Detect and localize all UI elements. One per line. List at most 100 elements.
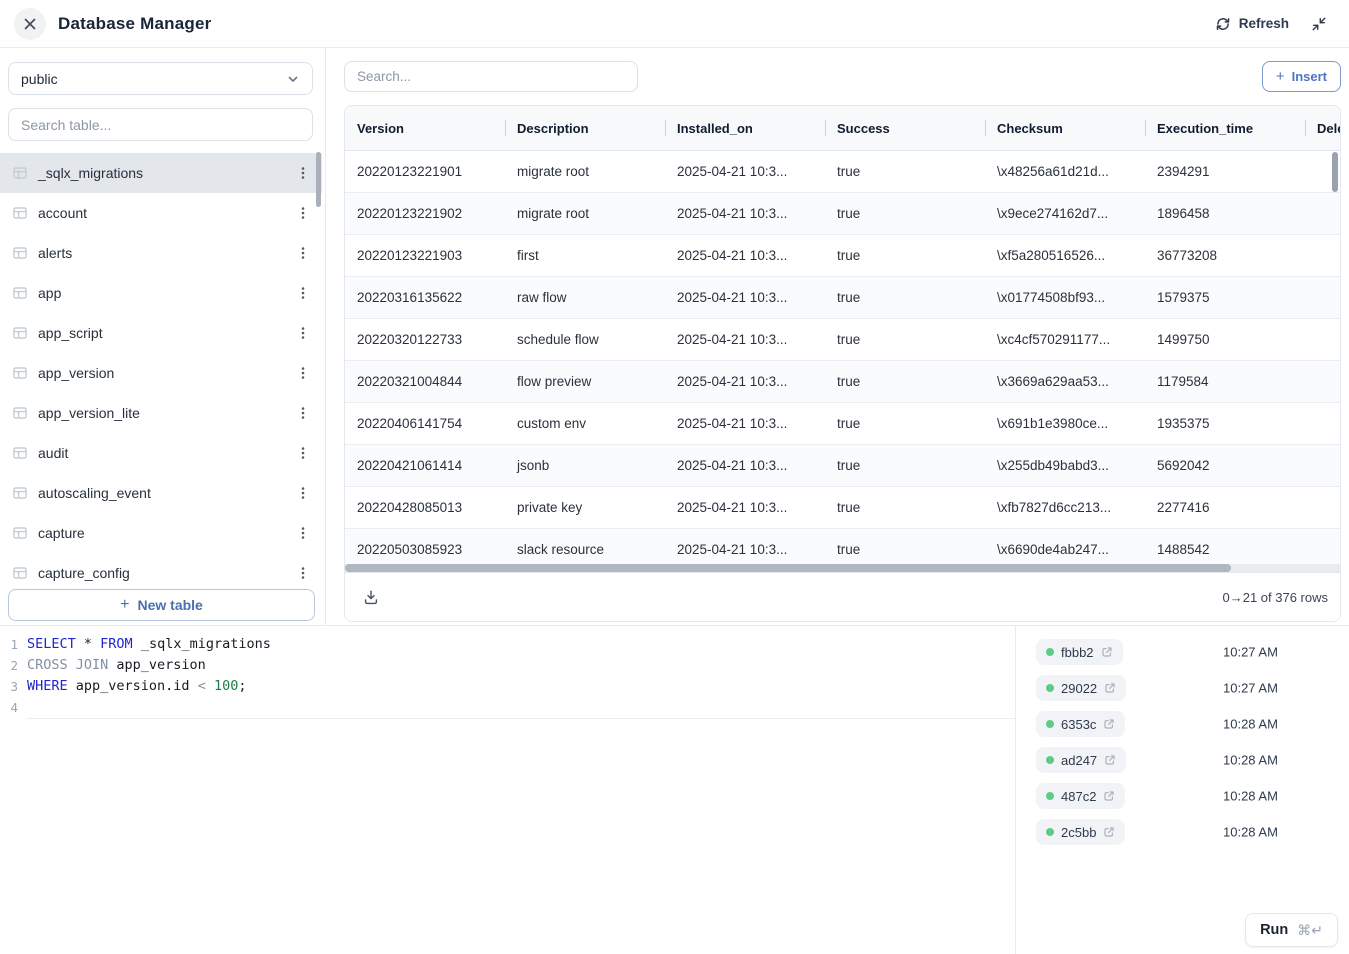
table-cell[interactable]: \x255db49babd3... — [985, 458, 1145, 473]
table-row[interactable]: 20220421061414jsonb2025-04-21 10:3...tru… — [345, 445, 1341, 487]
vertical-scrollbar[interactable] — [1332, 152, 1338, 192]
sidebar-table-item[interactable]: account — [0, 193, 322, 233]
table-menu-button[interactable] — [294, 443, 312, 463]
table-cell[interactable]: 2025-04-21 10:3... — [665, 206, 825, 221]
sidebar-table-item[interactable]: _sqlx_migrations — [0, 153, 322, 193]
table-cell[interactable]: \xc4cf570291177... — [985, 332, 1145, 347]
new-table-button[interactable]: + New table — [8, 589, 315, 621]
sidebar-table-item[interactable]: app_version_lite — [0, 393, 322, 433]
table-cell[interactable]: 20220406141754 — [345, 416, 505, 431]
sidebar-table-item[interactable]: alerts — [0, 233, 322, 273]
table-cell[interactable]: true — [825, 374, 985, 389]
table-cell[interactable]: true — [825, 332, 985, 347]
horizontal-scrollbar[interactable] — [345, 564, 1231, 572]
query-result-pill[interactable]: 6353c — [1036, 711, 1125, 737]
table-cell[interactable]: first — [505, 248, 665, 263]
table-cell[interactable]: schedule flow — [505, 332, 665, 347]
table-cell[interactable]: migrate root — [505, 206, 665, 221]
sql-editor[interactable]: 1 SELECT * FROM _sqlx_migrations 2 CROSS… — [0, 626, 1015, 954]
table-cell[interactable]: true — [825, 248, 985, 263]
table-cell[interactable]: migrate root — [505, 164, 665, 179]
table-cell[interactable]: 1935375 — [1145, 416, 1305, 431]
sidebar-table-item[interactable]: app_script — [0, 313, 322, 353]
table-cell[interactable]: \x01774508bf93... — [985, 290, 1145, 305]
table-cell[interactable]: 20220421061414 — [345, 458, 505, 473]
table-cell[interactable]: raw flow — [505, 290, 665, 305]
table-cell[interactable]: jsonb — [505, 458, 665, 473]
table-cell[interactable]: 2394291 — [1145, 164, 1305, 179]
table-menu-button[interactable] — [294, 323, 312, 343]
table-cell[interactable]: 20220321004844 — [345, 374, 505, 389]
table-menu-button[interactable] — [294, 163, 312, 183]
query-result-pill[interactable]: 2c5bb — [1036, 819, 1125, 845]
table-cell[interactable]: true — [825, 458, 985, 473]
table-cell[interactable]: 1499750 — [1145, 332, 1305, 347]
table-cell[interactable]: 2025-04-21 10:3... — [665, 374, 825, 389]
table-cell[interactable]: 20220123221902 — [345, 206, 505, 221]
download-button[interactable] — [363, 589, 379, 605]
sidebar-table-item[interactable]: app — [0, 273, 322, 313]
insert-button[interactable]: + Insert — [1262, 61, 1341, 92]
table-cell[interactable]: \xf5a280516526... — [985, 248, 1145, 263]
table-cell[interactable]: 5692042 — [1145, 458, 1305, 473]
table-menu-button[interactable] — [294, 563, 312, 583]
table-menu-button[interactable] — [294, 403, 312, 423]
table-cell[interactable]: 2025-04-21 10:3... — [665, 542, 825, 557]
table-menu-button[interactable] — [294, 483, 312, 503]
table-cell[interactable]: 2025-04-21 10:3... — [665, 332, 825, 347]
table-menu-button[interactable] — [294, 523, 312, 543]
table-cell[interactable]: \x3669a629aa53... — [985, 374, 1145, 389]
table-cell[interactable]: flow preview — [505, 374, 665, 389]
table-cell[interactable]: 20220123221901 — [345, 164, 505, 179]
table-menu-button[interactable] — [294, 283, 312, 303]
table-cell[interactable]: true — [825, 416, 985, 431]
table-cell[interactable]: 20220503085923 — [345, 542, 505, 557]
table-cell[interactable]: 2025-04-21 10:3... — [665, 164, 825, 179]
table-cell[interactable]: true — [825, 500, 985, 515]
sidebar-table-item[interactable]: app_version — [0, 353, 322, 393]
table-row[interactable]: 20220320122733schedule flow2025-04-21 10… — [345, 319, 1341, 361]
table-row[interactable]: 20220123221902migrate root2025-04-21 10:… — [345, 193, 1341, 235]
table-cell[interactable]: 1488542 — [1145, 542, 1305, 557]
table-row[interactable]: 20220123221901migrate root2025-04-21 10:… — [345, 151, 1341, 193]
table-cell[interactable]: private key — [505, 500, 665, 515]
table-cell[interactable]: 2025-04-21 10:3... — [665, 500, 825, 515]
table-cell[interactable]: 2025-04-21 10:3... — [665, 248, 825, 263]
table-cell[interactable]: \x9ece274162d7... — [985, 206, 1145, 221]
table-cell[interactable]: 36773208 — [1145, 248, 1305, 263]
table-cell[interactable]: custom env — [505, 416, 665, 431]
table-menu-button[interactable] — [294, 363, 312, 383]
table-cell[interactable]: true — [825, 542, 985, 557]
collapse-window-button[interactable] — [1311, 16, 1327, 32]
table-row[interactable]: 20220123221903first2025-04-21 10:3...tru… — [345, 235, 1341, 277]
table-cell[interactable]: true — [825, 206, 985, 221]
table-cell[interactable]: slack resource — [505, 542, 665, 557]
query-result-pill[interactable]: fbbb2 — [1036, 639, 1123, 665]
query-result-pill[interactable]: 487c2 — [1036, 783, 1125, 809]
sidebar-scrollbar[interactable] — [316, 152, 321, 207]
table-cell[interactable]: 20220123221903 — [345, 248, 505, 263]
table-row[interactable]: 20220406141754custom env2025-04-21 10:3.… — [345, 403, 1341, 445]
table-row[interactable]: 20220321004844flow preview2025-04-21 10:… — [345, 361, 1341, 403]
table-cell[interactable]: 20220320122733 — [345, 332, 505, 347]
table-cell[interactable]: \x6690de4ab247... — [985, 542, 1145, 557]
sidebar-table-item[interactable]: autoscaling_event — [0, 473, 322, 513]
table-cell[interactable]: \x48256a61d21d... — [985, 164, 1145, 179]
table-cell[interactable]: 2025-04-21 10:3... — [665, 458, 825, 473]
table-cell[interactable]: 1579375 — [1145, 290, 1305, 305]
query-result-pill[interactable]: ad247 — [1036, 747, 1126, 773]
table-row[interactable]: 20220428085013private key2025-04-21 10:3… — [345, 487, 1341, 529]
table-menu-button[interactable] — [294, 203, 312, 223]
table-cell[interactable]: \xfb7827d6cc213... — [985, 500, 1145, 515]
sidebar-table-item[interactable]: capture — [0, 513, 322, 553]
table-cell[interactable]: 20220428085013 — [345, 500, 505, 515]
table-cell[interactable]: true — [825, 164, 985, 179]
sidebar-table-item[interactable]: audit — [0, 433, 322, 473]
table-cell[interactable]: \x691b1e3980ce... — [985, 416, 1145, 431]
close-button[interactable] — [14, 8, 46, 40]
table-search-input[interactable] — [8, 108, 313, 141]
schema-select[interactable]: public — [8, 62, 313, 95]
table-cell[interactable]: 2025-04-21 10:3... — [665, 290, 825, 305]
table-menu-button[interactable] — [294, 243, 312, 263]
query-result-pill[interactable]: 29022 — [1036, 675, 1126, 701]
